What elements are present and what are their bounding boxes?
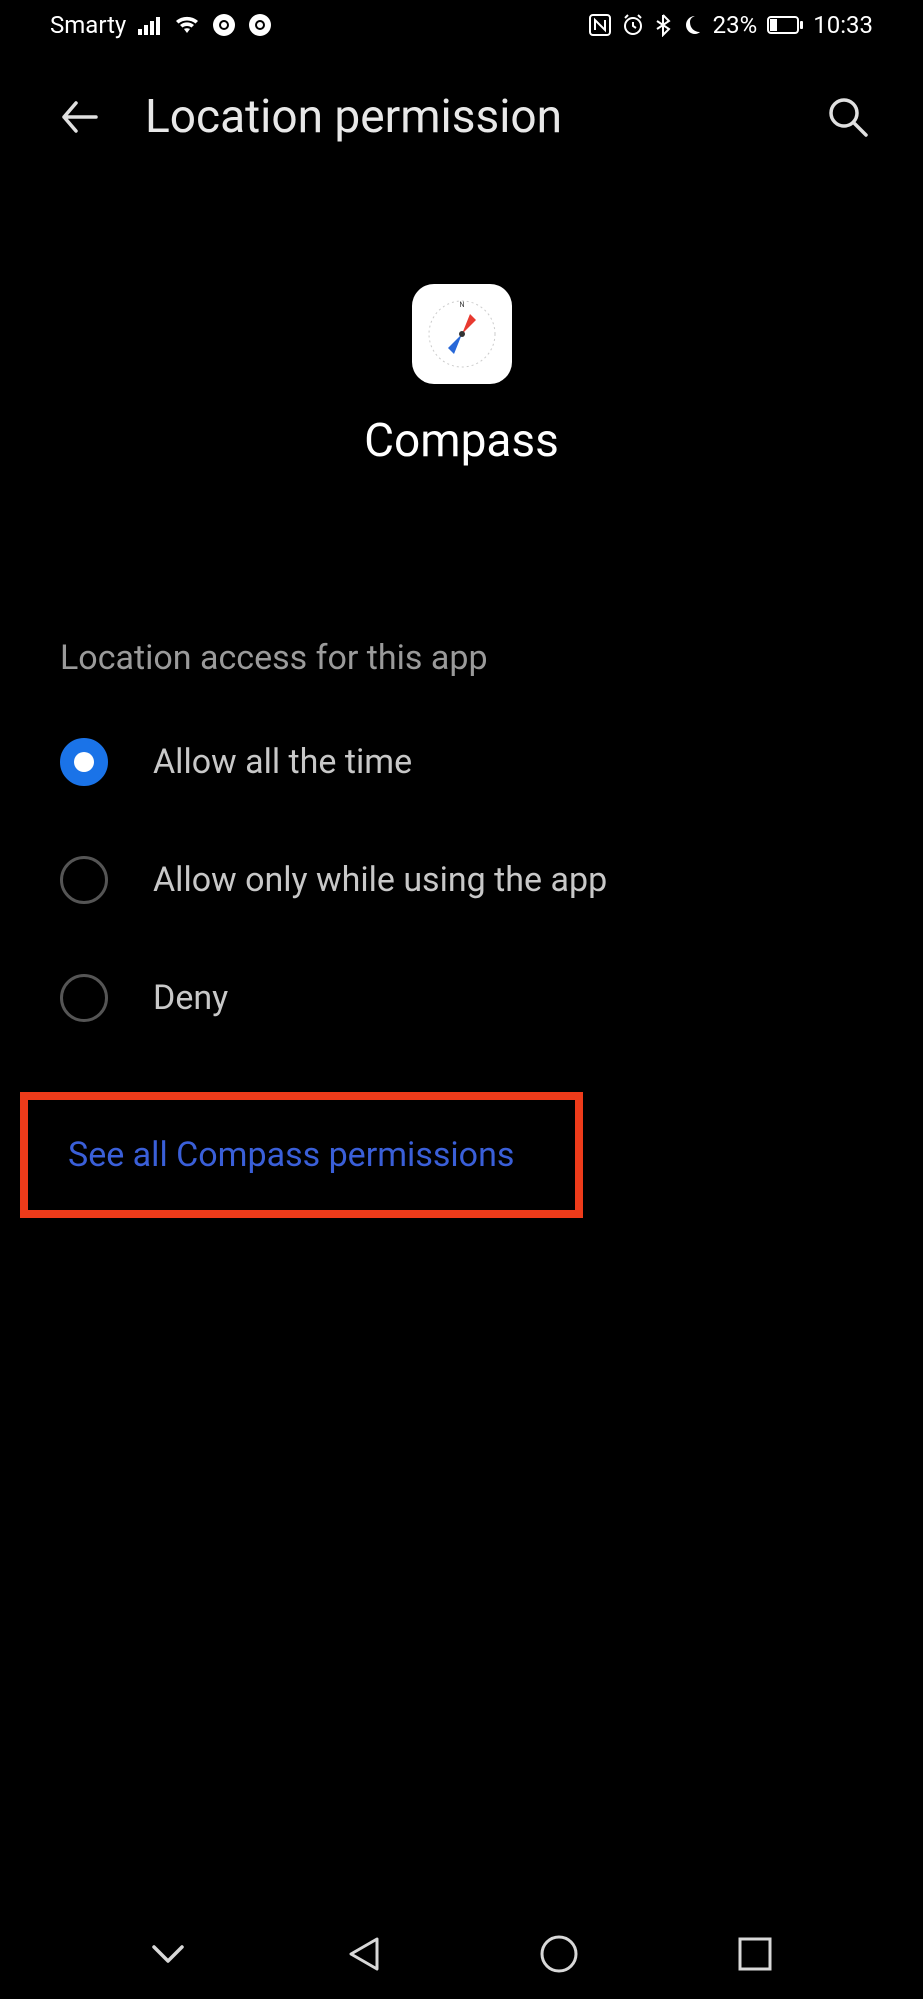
nav-back-button[interactable] — [339, 1929, 389, 1979]
signal-icon — [138, 15, 162, 35]
carrier-label: Smarty — [50, 11, 126, 39]
annotation-highlight: See all Compass permissions — [20, 1092, 583, 1218]
battery-percentage: 23% — [713, 11, 758, 39]
chrome-icon-2 — [248, 13, 272, 37]
radio-option-allow-using[interactable]: Allow only while using the app — [60, 856, 863, 904]
header: Location permission — [0, 50, 923, 184]
back-button[interactable] — [55, 92, 105, 142]
see-all-permissions-link[interactable]: See all Compass permissions — [68, 1135, 514, 1175]
radio-circle — [60, 974, 108, 1022]
nav-home-button[interactable] — [534, 1929, 584, 1979]
chrome-icon-1 — [212, 13, 236, 37]
permission-section: Location access for this app Allow all t… — [0, 638, 923, 1218]
radio-label: Allow only while using the app — [153, 860, 607, 900]
radio-option-allow-all[interactable]: Allow all the time — [60, 738, 863, 786]
section-label: Location access for this app — [60, 638, 863, 678]
square-recent-icon — [738, 1937, 772, 1971]
compass-icon: N — [422, 294, 502, 374]
radio-option-deny[interactable]: Deny — [60, 974, 863, 1022]
alarm-icon — [621, 13, 645, 37]
app-name: Compass — [364, 414, 559, 468]
status-left: Smarty — [50, 11, 272, 39]
time-label: 10:33 — [813, 11, 873, 39]
status-right: 23% 10:33 — [589, 11, 873, 39]
radio-label: Deny — [153, 978, 228, 1018]
triangle-back-icon — [347, 1935, 381, 1973]
nav-bar — [0, 1909, 923, 1999]
nav-recent-button[interactable] — [730, 1929, 780, 1979]
status-bar: Smarty 23% 10:33 — [0, 0, 923, 50]
battery-icon — [767, 15, 803, 35]
radio-circle — [60, 856, 108, 904]
bluetooth-icon — [655, 13, 671, 37]
page-title: Location permission — [145, 90, 783, 144]
nfc-icon — [589, 14, 611, 36]
nav-collapse-button[interactable] — [143, 1929, 193, 1979]
circle-home-icon — [539, 1934, 579, 1974]
app-info-section: N Compass — [0, 284, 923, 468]
moon-icon — [681, 14, 703, 36]
link-row: See all Compass permissions — [60, 1092, 863, 1218]
search-icon — [826, 95, 870, 139]
radio-label: Allow all the time — [153, 742, 412, 782]
svg-text:N: N — [459, 301, 464, 309]
radio-circle — [60, 738, 108, 786]
arrow-left-icon — [58, 95, 102, 139]
app-icon: N — [412, 284, 512, 384]
chevron-down-icon — [150, 1943, 186, 1965]
search-button[interactable] — [823, 92, 873, 142]
wifi-icon — [174, 15, 200, 35]
